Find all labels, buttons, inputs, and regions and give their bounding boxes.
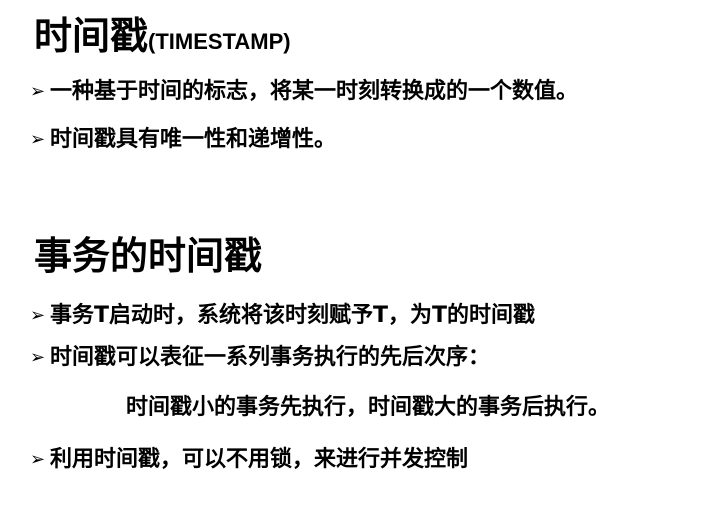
bullet-text: 利用时间戳，可以不用锁，来进行并发控制 (50, 447, 469, 472)
bullet-text: 时间戳具有唯一性和递增性。 (50, 127, 337, 152)
bullet-item: ➢ 时间戳可以表征一系列事务执行的先后次序： (30, 344, 490, 372)
section-title-timestamp: 时间戳(TIMESTAMP) (34, 14, 291, 64)
bullet-text: 一种基于时间的标志，将某一时刻转换成的一个数值。 (50, 79, 579, 104)
bullet-text: 时间戳可以表征一系列事务执行的先后次序： (50, 345, 491, 370)
bullet-arrow-icon: ➢ (30, 347, 46, 368)
bullet-item: ➢ 利用时间戳，可以不用锁，来进行并发控制 (30, 446, 468, 474)
section-title-suffix: (TIMESTAMP) (148, 29, 291, 54)
bullet-arrow-icon: ➢ (30, 449, 46, 470)
section-title-text: 事务的时间戳 (34, 234, 263, 278)
bullet-arrow-icon: ➢ (30, 305, 46, 326)
bullet-item: ➢ 事务T启动时，系统将该时刻赋予T，为T的时间戳 (30, 302, 535, 330)
slide: 时间戳(TIMESTAMP) ➢ 一种基于时间的标志，将某一时刻转换成的一个数值。… (0, 0, 724, 508)
bullet-arrow-icon: ➢ (30, 129, 46, 150)
bullet-text: 事务T启动时，系统将该时刻赋予T，为T的时间戳 (50, 303, 536, 328)
bullet-arrow-icon: ➢ (30, 81, 46, 102)
bullet-item: ➢ 一种基于时间的标志，将某一时刻转换成的一个数值。 (30, 78, 578, 106)
sub-line: 时间戳小的事务先执行，时间戳大的事务后执行。 (126, 395, 611, 420)
section-title-transaction-timestamp: 事务的时间戳 (34, 234, 262, 278)
bullet-item: ➢ 时间戳具有唯一性和递增性。 (30, 126, 336, 154)
section-title-text: 时间戳 (34, 14, 149, 58)
